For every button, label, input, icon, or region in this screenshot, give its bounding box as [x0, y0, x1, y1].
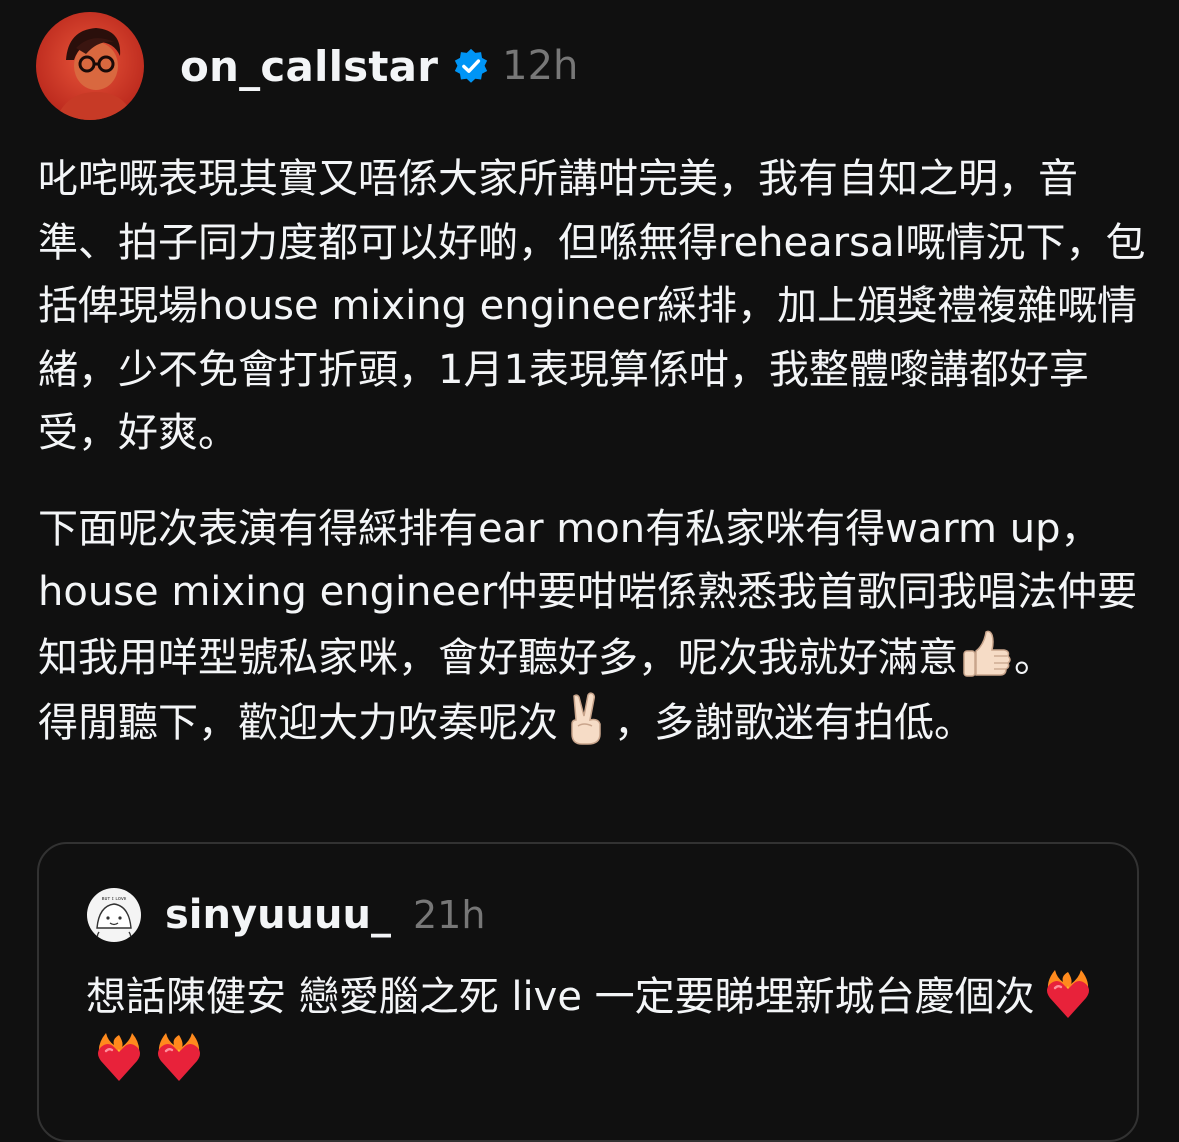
post-paragraph-1: 叱咤嘅表現其實又唔係大家所講咁完美，我有自知之明，音準、拍子同力度都可以好啲，但…: [38, 156, 1146, 456]
post-paragraph-2: 下面呢次表演有得綵排有ear mon有私家咪有得warm up，house mi…: [38, 498, 1148, 691]
author-username[interactable]: on_callstar: [180, 42, 438, 91]
verified-badge-icon: [452, 47, 490, 85]
quoted-post-body: 想話陳健安 戀愛腦之死 live 一定要睇埋新城台慶個次: [86, 966, 1106, 1092]
post-paragraph-3-end: ，多謝歌迷有拍低。: [614, 700, 974, 746]
quoted-post-timestamp: 21h: [412, 893, 486, 937]
quoted-post[interactable]: ʙᴜᴛ ɪ ʟᴏᴠᴇ sinyuuuu_ 21h 想話陳健安 戀愛腦之死 liv…: [37, 842, 1139, 1142]
heart-on-fire-icon: [152, 1031, 206, 1085]
post-paragraph-3: 得閒聽下，歡迎大力吹奏呢次 ，多謝歌迷有拍低。: [38, 690, 1148, 756]
heart-on-fire-icon: [1041, 968, 1095, 1022]
post-header: on_callstar 12h: [36, 12, 578, 120]
post-timestamp: 12h: [502, 43, 579, 89]
svg-text:ʙᴜᴛ ɪ ʟᴏᴠᴇ: ʙᴜᴛ ɪ ʟᴏᴠᴇ: [102, 896, 127, 902]
quoted-author-avatar[interactable]: ʙᴜᴛ ɪ ʟᴏᴠᴇ: [87, 888, 141, 942]
author-avatar[interactable]: [36, 12, 144, 120]
post-paragraph-3-text: 得閒聽下，歡迎大力吹奏呢次: [38, 700, 558, 746]
victory-hand-icon: [558, 690, 614, 746]
post-body: 叱咤嘅表現其實又唔係大家所講咁完美，我有自知之明，音準、拍子同力度都可以好啲，但…: [38, 148, 1148, 756]
author-info: on_callstar 12h: [180, 42, 578, 91]
thread-post: on_callstar 12h 叱咤嘅表現其實又唔係大家所講咁完美，我有自知之明…: [0, 0, 1179, 1142]
quoted-post-header: ʙᴜᴛ ɪ ʟᴏᴠᴇ sinyuuuu_ 21h: [87, 888, 485, 942]
quoted-post-text: 想話陳健安 戀愛腦之死 live 一定要睇埋新城台慶個次: [86, 974, 1035, 1020]
heart-on-fire-icon: [92, 1031, 146, 1085]
post-paragraph-2-end: 。: [1014, 634, 1054, 681]
thumbs-up-icon: [958, 625, 1014, 681]
quoted-author-username[interactable]: sinyuuuu_: [165, 892, 391, 938]
